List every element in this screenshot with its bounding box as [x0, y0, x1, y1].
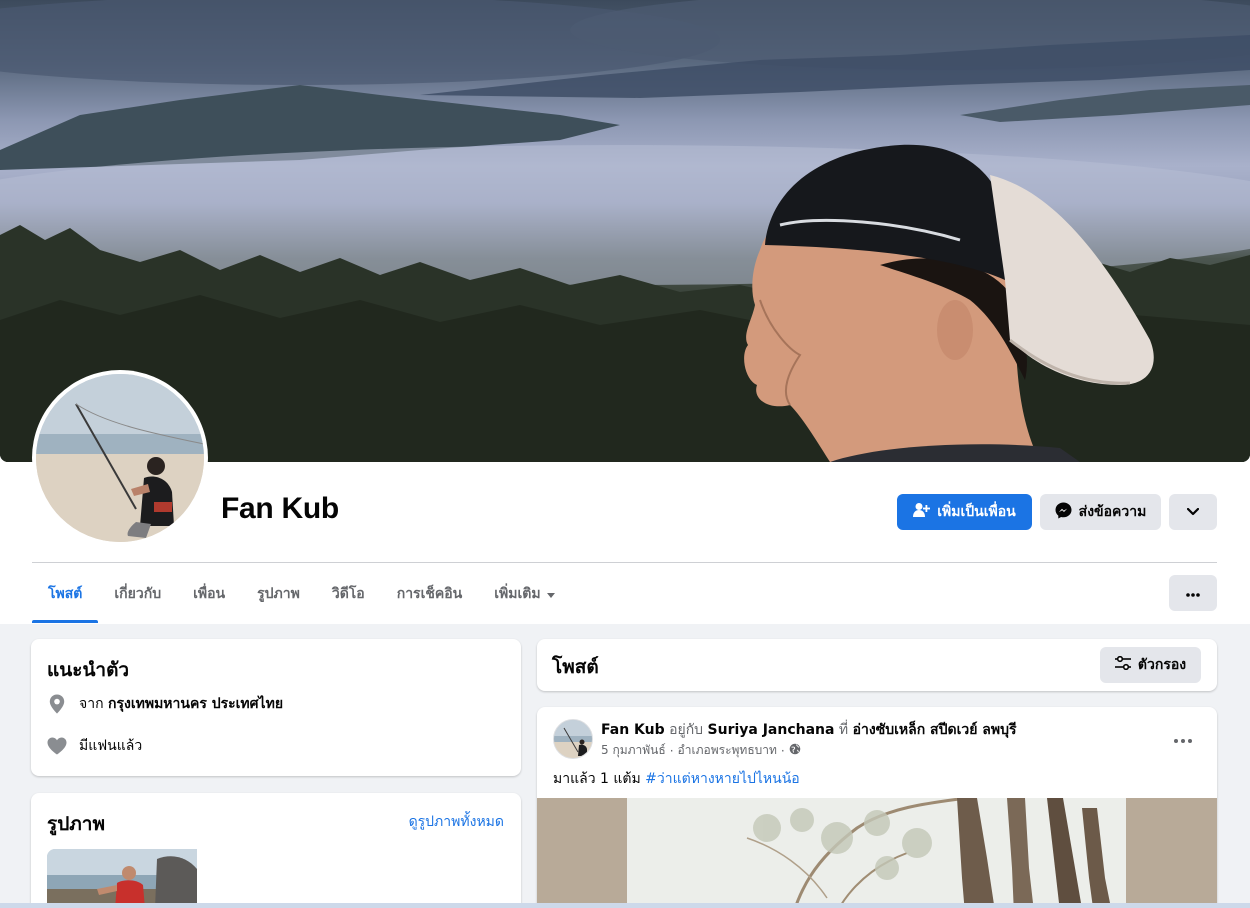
cover-landscape	[0, 0, 1250, 462]
tab-label: เพิ่มเติม	[494, 586, 541, 602]
post-date[interactable]: 5 กุมภาพันธ์	[601, 741, 666, 760]
tab-friends[interactable]: เพื่อน	[177, 566, 241, 622]
photo-thumbnail[interactable]	[47, 849, 197, 908]
avatar-image	[36, 374, 204, 542]
more-dots-icon	[1174, 728, 1192, 747]
post-author-avatar[interactable]	[553, 719, 593, 759]
meta-separator: ·	[669, 743, 674, 758]
posts-title: โพสต์	[552, 656, 599, 678]
filter-button[interactable]: ตัวกรอง	[1100, 647, 1201, 683]
add-friend-button[interactable]: เพิ่มเป็นเพื่อน	[897, 494, 1032, 530]
tab-label: เพื่อน	[193, 586, 226, 602]
intro-relationship: มีแฟนแล้ว	[47, 735, 142, 757]
photos-card: รูปภาพ ดูรูปภาพทั้งหมด	[31, 793, 521, 908]
tab-label: เกี่ยวกับ	[114, 586, 162, 602]
post-location[interactable]: อำเภอพระพุทธบาท	[678, 741, 777, 760]
tab-checkins[interactable]: การเช็คอิน	[381, 566, 479, 622]
message-button[interactable]: ส่งข้อความ	[1040, 494, 1161, 530]
intro-card: แนะนำตัว จาก กรุงเทพมหานคร ประเทศไทย มีแ…	[31, 639, 521, 776]
cover-photo[interactable]	[0, 0, 1250, 462]
add-friend-icon	[913, 502, 931, 522]
tab-photos[interactable]: รูปภาพ	[241, 566, 316, 622]
bottom-scroll-edge	[0, 903, 1250, 908]
meta-separator: ·	[780, 743, 785, 758]
message-label: ส่งข้อความ	[1078, 504, 1147, 520]
tab-about[interactable]: เกี่ยวกับ	[98, 566, 177, 622]
post-with-text: อยู่กับ	[669, 722, 704, 738]
filter-icon	[1114, 655, 1131, 674]
post-meta: 5 กุมภาพันธ์ · อำเภอพระพุทธบาท ·	[601, 741, 801, 760]
post-author-name[interactable]: Fan Kub	[601, 722, 665, 738]
post-tagged-friend[interactable]: Suriya Janchana	[708, 722, 835, 738]
post-photo-image	[627, 798, 1126, 908]
see-all-photos-link[interactable]: ดูรูปภาพทั้งหมด	[409, 811, 504, 833]
tab-label: โพสต์	[48, 586, 83, 602]
post-place[interactable]: อ่างซับเหล็ก สปีดเวย์ ลพบุรี	[853, 722, 1017, 738]
intro-title: แนะนำตัว	[47, 659, 130, 681]
post-text: มาแล้ว 1 แต้ม #ว่าแต่หางหายไปไหนน้อ	[553, 768, 800, 790]
posts-header-card: โพสต์ ตัวกรอง	[537, 639, 1217, 691]
intro-from-prefix: จาก	[79, 696, 104, 712]
intro-hometown: จาก กรุงเทพมหานคร ประเทศไทย	[47, 693, 283, 715]
heart-icon	[47, 736, 67, 756]
post-card: Fan Kub อยู่กับ Suriya Janchana ที่ อ่าง…	[537, 707, 1217, 908]
tab-label: การเช็คอิน	[396, 586, 463, 602]
post-body: มาแล้ว 1 แต้ม	[553, 771, 641, 787]
profile-tabs: โพสต์ เกี่ยวกับ เพื่อน รูปภาพ วิดีโอ การ…	[32, 566, 571, 624]
profile-header: Fan Kub เพิ่มเป็นเพื่อน ส่งข้อความ โพสต์…	[0, 0, 1250, 624]
tab-videos[interactable]: วิดีโอ	[316, 566, 381, 622]
caret-down-icon	[546, 592, 555, 598]
globe-icon[interactable]	[789, 743, 801, 758]
post-options-button[interactable]	[1165, 725, 1201, 749]
profile-avatar[interactable]	[32, 370, 208, 546]
more-dots-icon	[1186, 585, 1200, 601]
intro-from-place[interactable]: กรุงเทพมหานคร ประเทศไทย	[108, 696, 283, 712]
more-options-button[interactable]	[1169, 575, 1217, 611]
post-hashtag[interactable]: #ว่าแต่หางหายไปไหนน้อ	[645, 771, 800, 787]
tab-label: รูปภาพ	[257, 586, 300, 602]
messenger-icon	[1055, 502, 1072, 523]
tab-posts[interactable]: โพสต์	[32, 566, 99, 623]
chevron-down-icon	[1186, 504, 1200, 520]
profile-options-dropdown[interactable]	[1169, 494, 1217, 530]
relationship-status: มีแฟนแล้ว	[79, 738, 143, 754]
post-at-text: ที่	[838, 722, 849, 738]
photos-title: รูปภาพ	[47, 813, 105, 835]
profile-name: Fan Kub	[221, 492, 339, 525]
post-header-line: Fan Kub อยู่กับ Suriya Janchana ที่ อ่าง…	[601, 719, 1017, 741]
tab-more[interactable]: เพิ่มเติม	[478, 566, 570, 622]
tab-label: วิดีโอ	[331, 586, 365, 602]
header-divider	[32, 562, 1217, 563]
post-photo[interactable]	[537, 798, 1217, 908]
add-friend-label: เพิ่มเป็นเพื่อน	[937, 504, 1016, 520]
location-pin-icon	[47, 694, 67, 714]
filter-label: ตัวกรอง	[1137, 657, 1187, 673]
